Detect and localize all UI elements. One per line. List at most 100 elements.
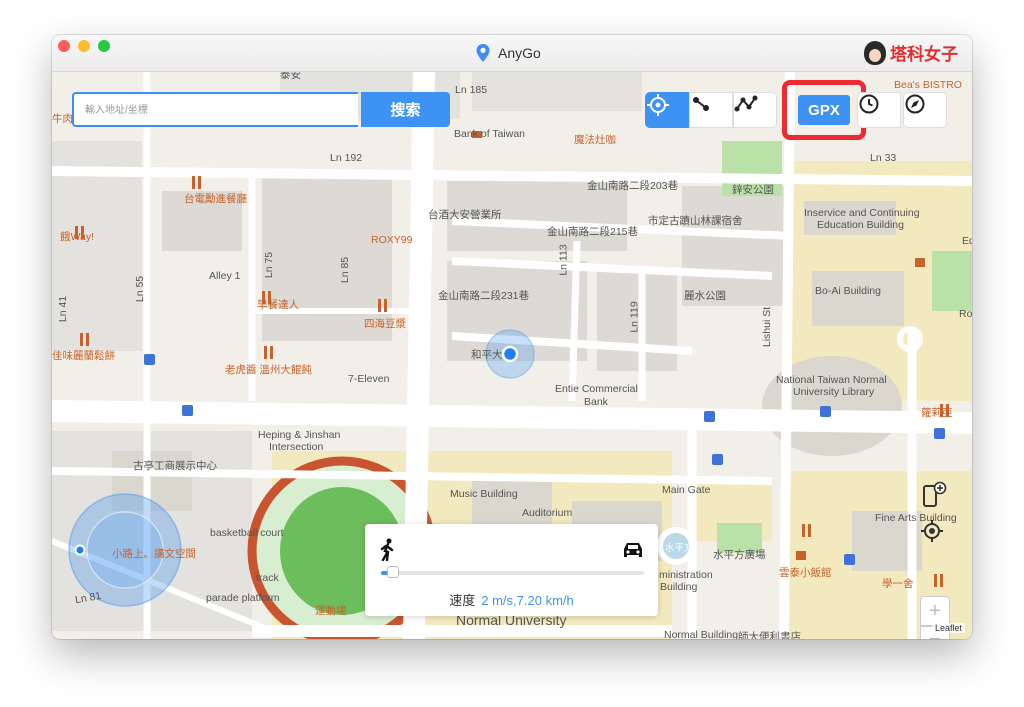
map-label: National Taiwan Normal bbox=[776, 374, 887, 386]
search-input[interactable] bbox=[83, 94, 357, 126]
compass-icon bbox=[905, 94, 925, 114]
map-label: Heping & Jinshan bbox=[258, 429, 341, 441]
map-attribution[interactable]: Leaflet bbox=[932, 623, 966, 633]
walking-person-icon bbox=[380, 538, 394, 562]
two-spot-route-icon bbox=[693, 97, 709, 111]
close-window-button[interactable] bbox=[58, 40, 70, 52]
map-label: 麗水公園 bbox=[684, 290, 726, 302]
map-label: 佳味麗蘭鬆餅 bbox=[52, 350, 115, 362]
teleport-mode-button[interactable] bbox=[645, 92, 689, 128]
map-label: Ln 185 bbox=[455, 84, 488, 96]
map-label: 小路上。講文空間 bbox=[112, 548, 196, 560]
map-label: Education Building bbox=[817, 219, 904, 231]
multi-spot-route-icon bbox=[734, 95, 758, 112]
map-label: ministration bbox=[659, 569, 713, 581]
app-title: AnyGo bbox=[498, 45, 541, 61]
map-label: Ln 33 bbox=[870, 152, 897, 164]
map-label: 水平方 bbox=[665, 543, 694, 554]
two-spot-mode-button[interactable] bbox=[689, 92, 733, 128]
map-label: Ln 75 bbox=[263, 251, 276, 279]
map-label: 蘿莉亞 bbox=[921, 407, 953, 419]
map-label: 雲泰小飯館 bbox=[779, 567, 832, 579]
map-label: Ln 55 bbox=[134, 275, 147, 303]
clock-icon bbox=[859, 94, 879, 114]
map-label: Ln 119 bbox=[628, 301, 641, 333]
map-label: Bea's BISTRO bbox=[894, 79, 962, 91]
map-label: ROXY99 bbox=[371, 234, 413, 246]
window-title: AnyGo bbox=[476, 44, 541, 62]
add-device-button[interactable] bbox=[920, 481, 950, 511]
gpx-import-button[interactable]: GPX bbox=[798, 95, 850, 125]
minimize-window-button[interactable] bbox=[78, 40, 90, 52]
crosshair-icon bbox=[647, 94, 669, 116]
map-label: track bbox=[256, 572, 279, 584]
search-button[interactable]: 搜索 bbox=[361, 92, 450, 127]
map-label: 台酒大安營業所 bbox=[428, 209, 502, 221]
map-label: 師大便利書店 bbox=[738, 631, 801, 639]
map-label: 牛肉 bbox=[52, 113, 73, 125]
map-label: 金山南路二段203巷 bbox=[587, 180, 679, 192]
location-pin-icon bbox=[476, 44, 490, 62]
map-label: Entie Commercial bbox=[555, 383, 638, 395]
map-label: Ln 113 bbox=[557, 244, 570, 276]
map-label: 學一舍 bbox=[882, 578, 914, 590]
speed-value: 2 m/s,7.20 km/h bbox=[481, 593, 574, 608]
map-label: 和平大 bbox=[471, 349, 503, 361]
map-label: 鋅安公園 bbox=[732, 184, 774, 196]
map-label: 水平方廣場 bbox=[713, 549, 766, 561]
map-canvas[interactable]: Ln 185 Bank of Taiwan 魔法灶咖 Ln 192 Ln 33 … bbox=[52, 71, 972, 639]
map-label: Main Gate bbox=[662, 484, 711, 496]
joystick-button[interactable] bbox=[903, 92, 947, 128]
zoom-window-button[interactable] bbox=[98, 40, 110, 52]
car-icon bbox=[624, 543, 642, 557]
multi-spot-mode-button[interactable] bbox=[733, 92, 777, 128]
map-label: Ed bbox=[962, 235, 972, 247]
speed-slider-thumb[interactable] bbox=[386, 566, 399, 578]
map-label: 運動場 bbox=[315, 605, 347, 617]
map-label: 四海豆漿 bbox=[364, 318, 406, 330]
map-label: 金山南路二段215巷 bbox=[547, 226, 639, 238]
map-label: Ro bbox=[959, 308, 972, 320]
search-field[interactable] bbox=[72, 92, 358, 127]
map-label: 7-Eleven bbox=[348, 373, 390, 385]
map-label: Ln 85 bbox=[339, 256, 352, 284]
brand-text: 塔科女子 bbox=[890, 45, 958, 64]
center-location-button[interactable] bbox=[920, 519, 950, 549]
map-label: 泰安 bbox=[280, 71, 301, 81]
map-label: Normal Building bbox=[664, 629, 739, 639]
app-window: AnyGo 塔科女子 Ln 185 Bank of Taiwan 魔法灶咖 Ln… bbox=[52, 35, 972, 639]
map-label: University Library bbox=[793, 386, 875, 398]
map-label: Ln 192 bbox=[330, 152, 363, 164]
map-label: Auditorium bbox=[522, 507, 573, 519]
map-label: 台電勵進餐廳 bbox=[184, 193, 247, 205]
map-label: Ln 41 bbox=[57, 295, 70, 323]
map-label: Intersection bbox=[269, 441, 324, 453]
brand-avatar-icon bbox=[864, 40, 886, 65]
speed-readout: 速度 2 m/s,7.20 km/h bbox=[365, 590, 658, 609]
map-label: 餓Way! bbox=[60, 231, 95, 243]
speed-label: 速度 bbox=[449, 593, 476, 608]
zoom-in-button[interactable]: + bbox=[920, 596, 950, 626]
map-label: Bank bbox=[584, 396, 608, 408]
map-label: 金山南路二段231巷 bbox=[438, 290, 530, 302]
brand-watermark: 塔科女子 bbox=[864, 40, 958, 65]
map-label: 市定古蹟山林課宿舍 bbox=[648, 215, 743, 227]
map-label: Building bbox=[660, 581, 698, 593]
map-label: Alley 1 bbox=[209, 270, 241, 282]
speed-panel: 速度 2 m/s,7.20 km/h bbox=[365, 524, 658, 616]
map-label: Bo-Ai Building bbox=[815, 285, 881, 297]
map-label: 老虎醬 溫州大餛飩 bbox=[225, 364, 312, 376]
map-label: 古亭工商展示中心 bbox=[133, 460, 217, 472]
speed-slider[interactable] bbox=[381, 566, 644, 578]
map-label: Inservice and Continuing bbox=[804, 207, 920, 219]
locate-icon bbox=[921, 520, 943, 542]
add-device-icon bbox=[923, 481, 947, 507]
map-label: Lishui St bbox=[761, 306, 774, 348]
history-button[interactable] bbox=[857, 92, 901, 128]
map-label: 魔法灶咖 bbox=[574, 134, 616, 146]
map-label: 早餐達人 bbox=[257, 299, 299, 311]
map-label: basketball court bbox=[210, 527, 284, 539]
map-label: Bank of Taiwan bbox=[454, 128, 526, 140]
map-label: parade platform bbox=[206, 592, 280, 604]
map-label: Music Building bbox=[450, 488, 518, 500]
